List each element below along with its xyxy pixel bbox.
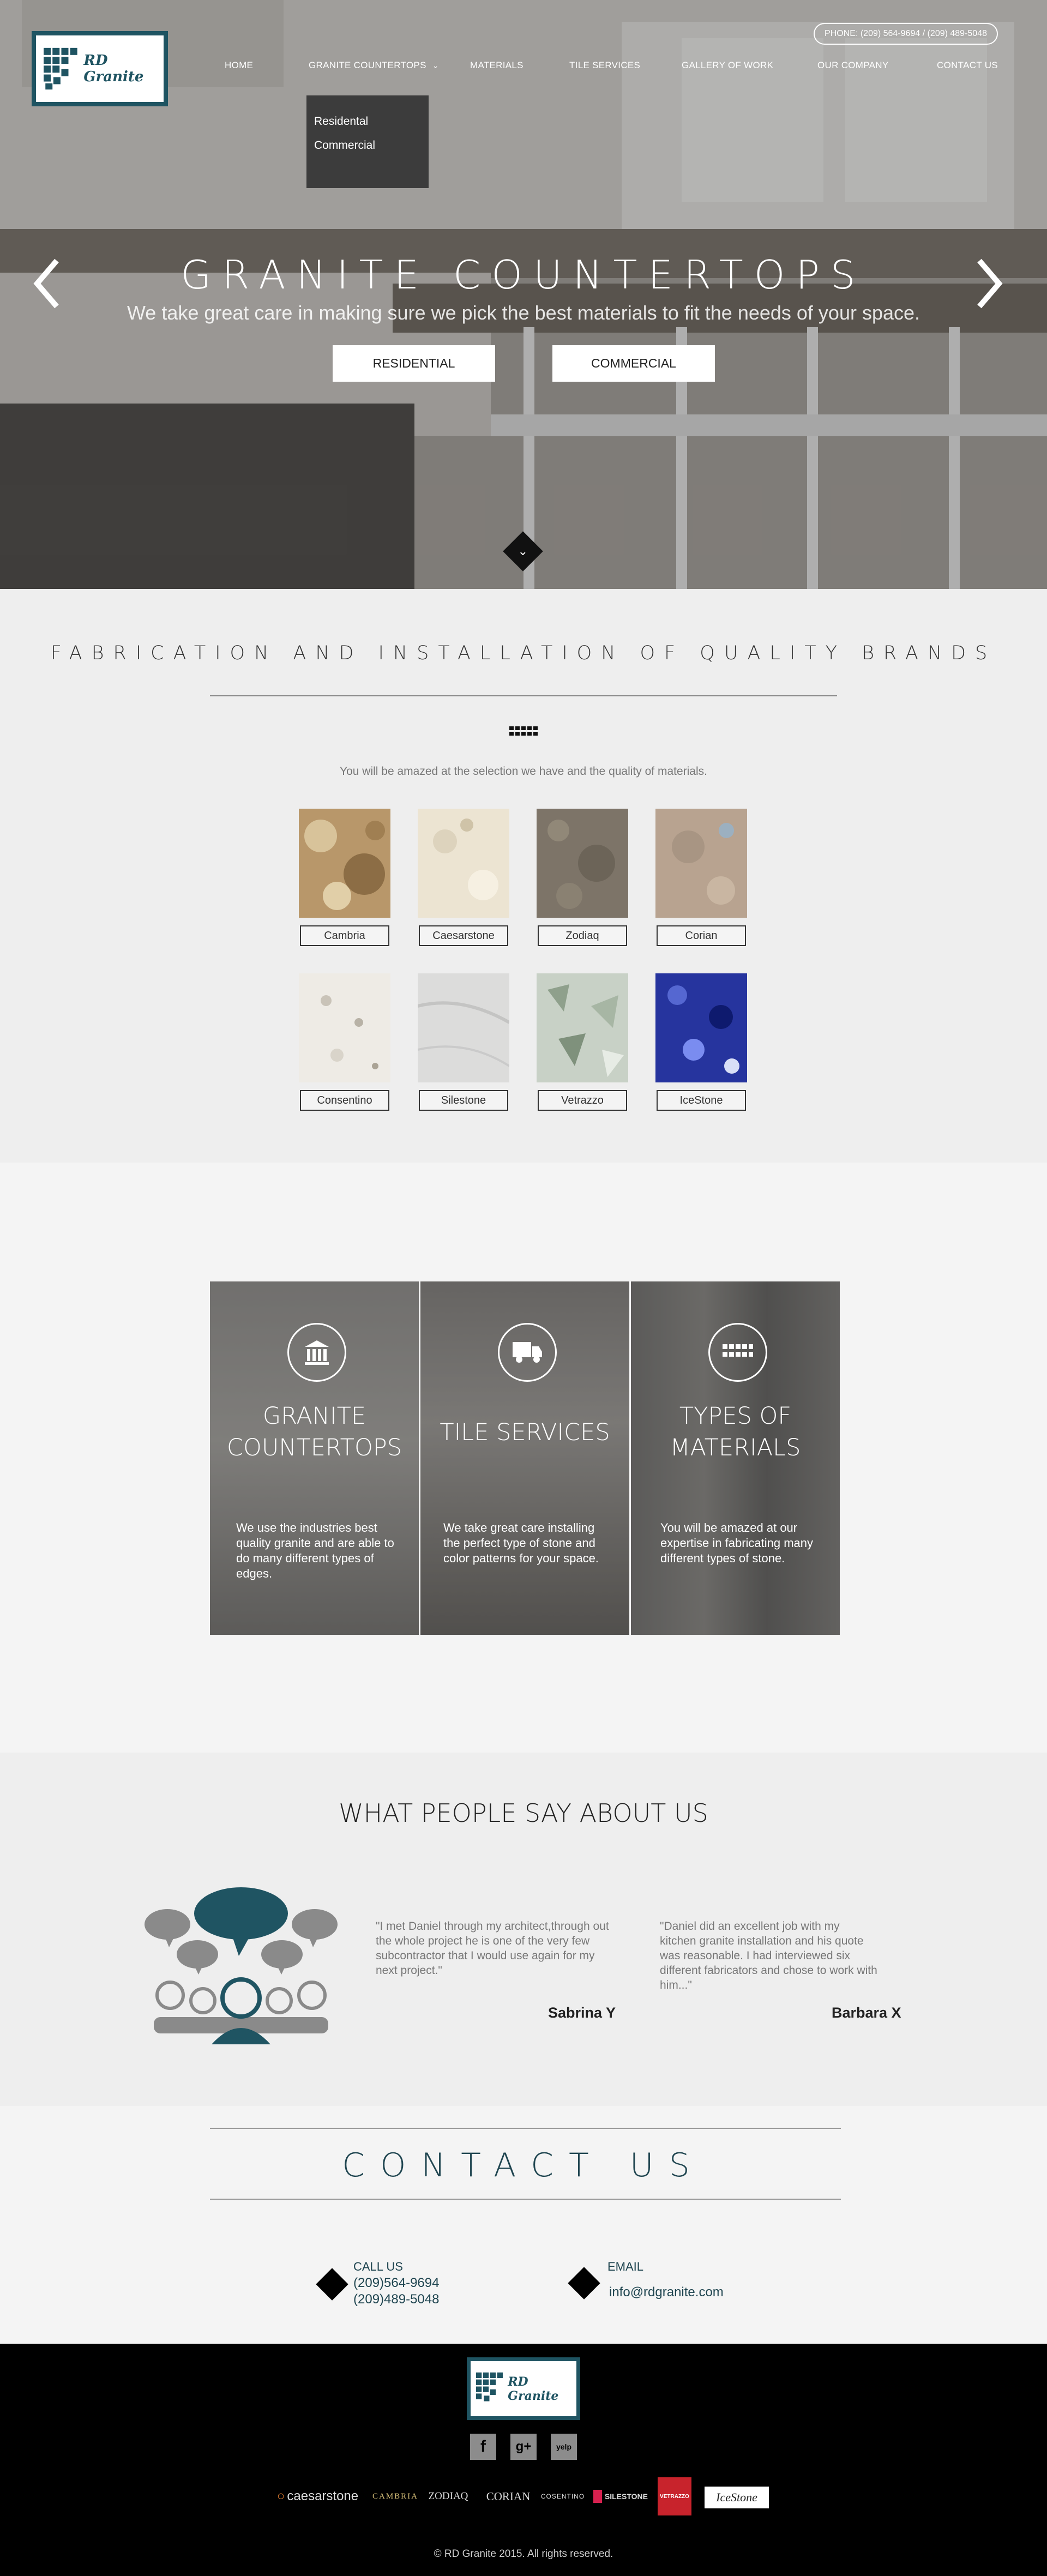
yelp-icon[interactable]: yelp (551, 2434, 577, 2460)
contact-divider-bottom (210, 2199, 841, 2200)
swatch-label-corian[interactable]: Corian (657, 925, 746, 946)
swatch-consentino[interactable] (299, 973, 390, 1082)
hero-title: GRANITE COUNTERTOPS (180, 252, 867, 298)
truck-icon (498, 1323, 557, 1382)
swatch-label-consentino[interactable]: Consentino (300, 1090, 389, 1111)
swatch-icestone[interactable] (655, 973, 747, 1082)
swatch-label-zodiaq[interactable]: Zodiaq (538, 925, 627, 946)
grid-icon (708, 1323, 767, 1382)
nav-gallery-of-work[interactable]: GALLERY OF WORK (682, 60, 773, 71)
contact-title: CONTACT US (342, 2146, 705, 2184)
service-desc-tile: We take great care installing the perfec… (443, 1521, 599, 1565)
dots-grid-icon (509, 726, 538, 736)
swatch-corian[interactable] (655, 809, 747, 918)
service-desc-granite: We use the industries best quality grani… (236, 1521, 394, 1580)
hero-subtitle: We take great care in making sure we pic… (127, 302, 920, 324)
footer: RD Granite f g+ yelp ○ caesarstone CAMBR… (0, 2344, 1047, 2576)
cambria-logo: CAMBRIA (372, 2491, 419, 2501)
brands-section: FABRICATION AND INSTALLATION OF QUALITY … (0, 589, 1047, 1163)
testimonial-quote-2: "Daniel did an excellent job with my kit… (660, 1920, 877, 1991)
silestone-logo: SILESTONE (593, 2477, 648, 2515)
testimonials-section: WHAT PEOPLE SAY ABOUT US "I met Daniel t… (0, 1753, 1047, 2106)
nav-our-company[interactable]: OUR COMPANY (817, 60, 889, 71)
testimonial-name-1: Sabrina Y (548, 2005, 616, 2021)
brands-title: FABRICATION AND INSTALLATION OF QUALITY … (50, 642, 997, 664)
service-card-materials[interactable]: TYPES OF MATERIALS You will be amazed at… (631, 1281, 840, 1635)
zodiaq-logo: ZODIAQ (428, 2490, 468, 2502)
icestone-logo: IceStone (705, 2487, 769, 2508)
swatch-label-caesarstone[interactable]: Caesarstone (419, 925, 508, 946)
people-speech-bubbles-icon (145, 1887, 338, 2044)
chevron-down-icon: ⌄ (518, 544, 528, 558)
facebook-icon[interactable]: f (470, 2434, 496, 2460)
email-link[interactable]: info@rdgranite.com (609, 2285, 724, 2300)
swatch-label-vetrazzo[interactable]: Vetrazzo (538, 1090, 627, 1111)
swatch-caesarstone[interactable] (418, 809, 509, 918)
nav-granite-countertops-label: GRANITE COUNTERTOPS (309, 60, 426, 70)
swatch-silestone[interactable] (418, 973, 509, 1082)
main-nav: HOME GRANITE COUNTERTOPS ⌄ MATERIALS TIL… (207, 60, 1014, 76)
service-title-granite: GRANITE COUNTERTOPS (226, 1403, 402, 1461)
service-desc-materials: You will be amazed at our expertise in f… (660, 1521, 814, 1565)
swatch-vetrazzo[interactable] (537, 973, 628, 1082)
service-card-tile[interactable]: TILE SERVICES We take great care install… (420, 1281, 629, 1635)
residential-button[interactable]: RESIDENTIAL (333, 345, 495, 382)
services-section: GRANITE COUNTERTOPS We use the industrie… (0, 1163, 1047, 1753)
swatch-cambria[interactable] (299, 809, 390, 918)
site-logo[interactable]: RD Granite (32, 31, 168, 106)
service-card-granite[interactable]: GRANITE COUNTERTOPS We use the industrie… (210, 1281, 419, 1635)
commercial-button[interactable]: COMMERCIAL (552, 345, 715, 382)
nav-home[interactable]: HOME (225, 60, 253, 71)
logo-tile-icon (44, 47, 77, 90)
footer-logo-text: RD Granite (508, 2374, 559, 2403)
swatch-label-silestone[interactable]: Silestone (419, 1090, 508, 1111)
cosentino-logo: COSENTINO (540, 2493, 585, 2500)
countertops-dropdown-menu: Residental Commercial (306, 95, 429, 188)
testimonial-name-2: Barbara X (832, 2005, 901, 2021)
swatch-label-icestone[interactable]: IceStone (657, 1090, 746, 1111)
phone-1[interactable]: (209)564-9694 (353, 2276, 439, 2291)
silestone-logo-mark (593, 2490, 602, 2503)
logo-tile-icon (476, 2372, 503, 2402)
dropdown-item-residential[interactable]: Residental (306, 110, 429, 134)
google-plus-icon[interactable]: g+ (510, 2434, 537, 2460)
nav-tile-services[interactable]: TILE SERVICES (569, 60, 640, 71)
phone-2[interactable]: (209)489-5048 (353, 2292, 439, 2307)
logo-text: RD Granite (83, 52, 144, 85)
chevron-down-icon: ⌄ (432, 61, 439, 70)
testimonials-title: WHAT PEOPLE SAY ABOUT US (339, 1798, 708, 1828)
caesarstone-logo-text: caesarstone (287, 2489, 359, 2503)
page: RD Granite HOME GRANITE COUNTERTOPS ⌄ MA… (0, 0, 1047, 2576)
nav-granite-countertops[interactable]: GRANITE COUNTERTOPS ⌄ (309, 60, 439, 71)
phone-diamond-icon (316, 2268, 348, 2301)
corian-logo: CORIAN (486, 2489, 531, 2503)
bank-icon (287, 1323, 346, 1382)
contact-divider-top (210, 2128, 841, 2129)
service-title-tile: TILE SERVICES (440, 1419, 610, 1446)
call-us-label: CALL US (353, 2260, 403, 2273)
email-diamond-icon (568, 2267, 600, 2300)
copyright-text: © RD Granite 2015. All rights reserved. (434, 2548, 613, 2560)
swatch-zodiaq[interactable] (537, 809, 628, 918)
phone-pill[interactable]: PHONE: (209) 564-9694 / (209) 489-5048 (814, 23, 998, 45)
footer-logo[interactable]: RD Granite (467, 2357, 580, 2420)
swatch-label-cambria[interactable]: Cambria (300, 925, 389, 946)
contact-section: CONTACT US CALL US (209)564-9694 (209)48… (0, 2106, 1047, 2344)
brands-divider (210, 695, 837, 696)
brands-intro-text: You will be amazed at the selection we h… (340, 765, 707, 778)
nav-contact-us[interactable]: CONTACT US (937, 60, 998, 71)
hero-section: RD Granite HOME GRANITE COUNTERTOPS ⌄ MA… (0, 0, 1047, 589)
caesarstone-logo: ○ caesarstone (270, 2477, 365, 2515)
silestone-logo-text: SILESTONE (604, 2492, 648, 2501)
testimonial-quote-1: "I met Daniel through my architect,throu… (376, 1920, 609, 1977)
service-title-materials: TYPES OF MATERIALS (670, 1403, 801, 1461)
dropdown-item-commercial[interactable]: Commercial (306, 134, 429, 158)
nav-materials[interactable]: MATERIALS (470, 60, 524, 71)
email-label: EMAIL (607, 2260, 644, 2273)
caesarstone-logo-mark: ○ (276, 2489, 285, 2503)
vetrazzo-logo: VETRAZZO (658, 2477, 691, 2515)
